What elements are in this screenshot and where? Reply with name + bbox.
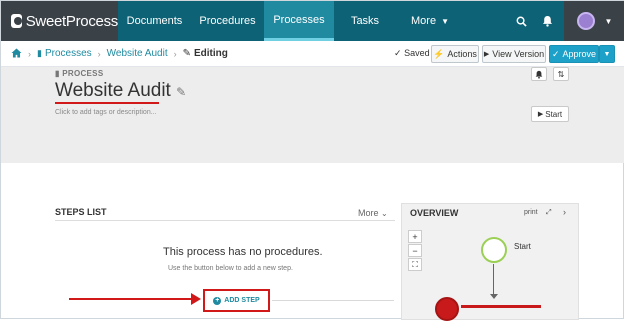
bolt-icon: ⚡ (433, 48, 445, 59)
saved-status: ✓ Saved (394, 48, 430, 58)
process-kicker: ▮ PROCESS (55, 69, 104, 78)
logo-text: SweetProcess (25, 12, 119, 30)
pencil-icon: ✎ (182, 48, 191, 59)
view-version-button[interactable]: ▶ View Version (482, 45, 546, 63)
zoom-out-button[interactable]: − (408, 244, 422, 257)
breadcrumb-processes[interactable]: ▮ Processes (37, 48, 92, 59)
chevron-down-icon: ▼ (441, 16, 449, 26)
add-step-button[interactable]: + ADD STEP (203, 289, 270, 312)
bell-icon[interactable] (531, 67, 547, 81)
processes-icon: ▮ (37, 48, 42, 58)
breadcrumb-website-audit[interactable]: Website Audit (107, 48, 168, 59)
approve-dropdown-button[interactable]: ▼ (599, 45, 615, 63)
chevron-down-icon: ⌄ (381, 209, 388, 218)
nav-item-tasks[interactable]: Tasks (334, 1, 396, 41)
overview-heading: OVERVIEW (410, 208, 459, 218)
expand-icon[interactable]: ⤢ (546, 209, 552, 217)
nav-item-documents[interactable]: Documents (118, 1, 191, 41)
flow-connector (493, 264, 494, 296)
process-icon: ▮ (55, 69, 60, 78)
empty-state-subtitle: Use the button below to add a new step. (168, 265, 293, 272)
divider (55, 220, 395, 221)
nav-item-procedures[interactable]: Procedures (191, 1, 264, 41)
nav-item-more[interactable]: More ▼ (401, 1, 459, 41)
logo-icon (11, 14, 22, 28)
tags-description-hint[interactable]: Click to add tags or description... (55, 109, 157, 116)
nav-item-processes[interactable]: Processes (264, 1, 334, 41)
caret-right-icon: ▶ (483, 51, 490, 58)
pencil-icon[interactable]: ✎ (176, 85, 186, 99)
flow-arrow-icon (490, 294, 498, 299)
zoom-in-button[interactable]: + (408, 230, 422, 243)
bell-icon[interactable] (536, 1, 558, 41)
user-menu[interactable]: ▼ (564, 1, 624, 41)
home-icon[interactable] (11, 45, 22, 63)
start-node-label: Start (514, 242, 531, 251)
start-node[interactable] (481, 237, 507, 263)
empty-state-title: This process has no procedures. (163, 246, 323, 258)
start-button[interactable]: ▶ Start (531, 106, 569, 122)
chevron-right-icon[interactable]: › (563, 207, 566, 217)
approve-button[interactable]: ✓ Approve (549, 45, 599, 63)
chevron-down-icon: ▼ (604, 16, 613, 26)
nav-more-label: More (411, 15, 437, 27)
annotation-circle (435, 297, 459, 321)
breadcrumb-separator: › (97, 48, 101, 59)
annotation-arrow (69, 298, 193, 300)
annotation-line (461, 305, 541, 308)
page-title[interactable]: Website Audit ✎ (55, 80, 186, 102)
breadcrumb-separator: › (28, 48, 31, 59)
title-annotation-underline (55, 102, 159, 104)
fit-view-button[interactable]: ⛶ (408, 258, 422, 271)
steps-more-menu[interactable]: More ⌄ (358, 208, 388, 218)
annotation-arrow-head (191, 293, 201, 305)
app-logo[interactable]: SweetProcess (1, 1, 118, 41)
avatar (576, 12, 595, 30)
print-link[interactable]: print (524, 209, 538, 216)
breadcrumb-separator: › (173, 48, 177, 59)
sort-icon[interactable]: ⇅ (553, 67, 569, 81)
divider (272, 300, 394, 301)
steps-list-heading: STEPS LIST (55, 207, 107, 217)
play-icon: ▶ (537, 111, 544, 118)
plus-circle-icon: + (213, 296, 222, 305)
search-icon[interactable] (510, 1, 532, 41)
caret-down-icon: ▼ (603, 50, 611, 58)
actions-button[interactable]: ⚡ Actions (431, 45, 479, 63)
check-icon: ✓ (394, 48, 402, 58)
breadcrumb-current: Editing (194, 48, 228, 59)
check-icon: ✓ (551, 48, 560, 59)
